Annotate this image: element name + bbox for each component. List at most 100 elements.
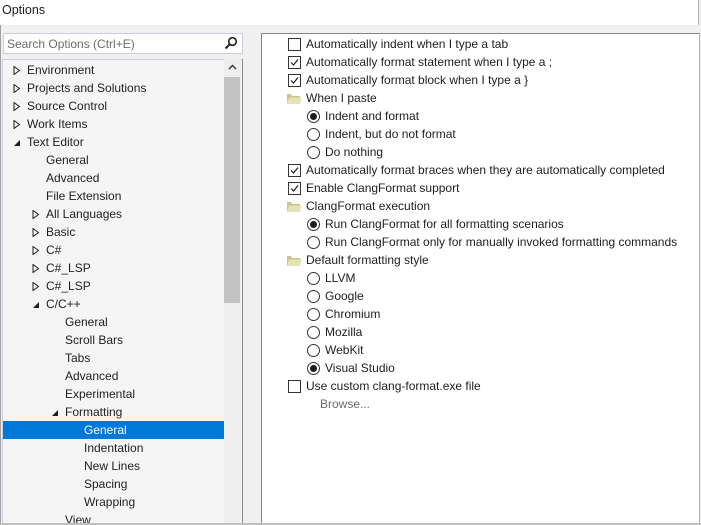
checkbox-checked[interactable] — [288, 182, 301, 195]
tree-item[interactable]: General — [3, 151, 225, 169]
radio-option[interactable]: Run ClangFormat for all formatting scena… — [262, 215, 698, 233]
tree-item-label: Tabs — [65, 351, 91, 365]
radio-option[interactable]: Indent and format — [262, 107, 698, 125]
tree-item[interactable]: C#_LSP — [3, 277, 225, 295]
checkbox-checked[interactable] — [288, 164, 301, 177]
radio-option[interactable]: Visual Studio — [262, 359, 698, 377]
checkbox-option[interactable]: Automatically indent when I type a tab — [262, 35, 698, 53]
checkbox-option[interactable]: Enable ClangFormat support — [262, 179, 698, 197]
tree-scrollbar[interactable] — [224, 59, 241, 525]
tree-item[interactable]: Advanced — [3, 169, 225, 187]
tree-item[interactable]: Scroll Bars — [3, 331, 225, 349]
radio-unselected[interactable] — [307, 290, 320, 303]
option-label: Run ClangFormat for all formatting scena… — [325, 217, 564, 231]
radio-selected[interactable] — [307, 362, 320, 375]
folder-icon — [286, 200, 302, 213]
title-bar: Options — [0, 0, 699, 25]
tree-item[interactable]: Formatting — [3, 403, 225, 421]
expand-arrow-icon[interactable] — [31, 241, 41, 259]
search-box[interactable] — [3, 33, 243, 54]
radio-selected[interactable] — [307, 218, 320, 231]
window-left-border — [0, 25, 1, 525]
radio-option[interactable]: WebKit — [262, 341, 698, 359]
tree-item[interactable]: C/C++ — [3, 295, 225, 313]
checkbox-option[interactable]: Automatically format statement when I ty… — [262, 53, 698, 71]
expand-arrow-icon[interactable] — [12, 97, 22, 115]
search-icon[interactable] — [224, 36, 238, 50]
scroll-thumb[interactable] — [224, 77, 240, 303]
radio-unselected[interactable] — [307, 128, 320, 141]
checkbox-unchecked[interactable] — [288, 38, 301, 51]
radio-unselected[interactable] — [307, 272, 320, 285]
expand-arrow-icon[interactable] — [12, 61, 22, 79]
radio-unselected[interactable] — [307, 308, 320, 321]
radio-unselected[interactable] — [307, 236, 320, 249]
radio-option[interactable]: Run ClangFormat only for manually invoke… — [262, 233, 698, 251]
folder-icon — [286, 254, 302, 267]
tree-item[interactable]: Text Editor — [3, 133, 225, 151]
tree-item[interactable]: Work Items — [3, 115, 225, 133]
radio-option[interactable]: Indent, but do not format — [262, 125, 698, 143]
tree-item-label: Projects and Solutions — [27, 81, 147, 95]
expand-arrow-icon[interactable] — [31, 205, 41, 223]
tree-item[interactable]: Tabs — [3, 349, 225, 367]
tree-item[interactable]: C# — [3, 241, 225, 259]
radio-option[interactable]: LLVM — [262, 269, 698, 287]
radio-option[interactable]: Google — [262, 287, 698, 305]
collapse-arrow-icon[interactable] — [12, 133, 22, 151]
options-tree[interactable]: Environment Projects and Solutions Source … — [2, 59, 243, 525]
tree-item-label: Formatting — [65, 405, 123, 419]
tree-item[interactable]: File Extension — [3, 187, 225, 205]
checkmark-icon — [290, 77, 299, 84]
expand-arrow-icon[interactable] — [12, 115, 22, 133]
tree-item-label: C#_LSP — [46, 279, 91, 293]
checkbox-checked[interactable] — [288, 74, 301, 87]
tree-item[interactable]: Basic — [3, 223, 225, 241]
collapse-arrow-icon[interactable] — [50, 403, 60, 421]
checkbox-checked[interactable] — [288, 56, 301, 69]
tree-item[interactable]: All Languages — [3, 205, 225, 223]
radio-selected[interactable] — [307, 110, 320, 123]
tree-item[interactable]: Indentation — [3, 439, 225, 457]
checkbox-unchecked[interactable] — [288, 380, 301, 393]
checkbox-option[interactable]: Automatically format braces when they ar… — [262, 161, 698, 179]
tree-item[interactable]: Spacing — [3, 475, 225, 493]
tree-item-label: Spacing — [84, 477, 128, 491]
expand-arrow-icon[interactable] — [31, 277, 41, 295]
radio-unselected[interactable] — [307, 344, 320, 357]
tree-item-label: Experimental — [65, 387, 136, 401]
pane-splitter[interactable] — [242, 59, 243, 525]
tree-item-label: C# — [46, 243, 62, 257]
scroll-up-button[interactable] — [224, 59, 241, 76]
option-group-header: Default formatting style — [262, 251, 698, 269]
tree-item[interactable]: C#_LSP — [3, 259, 225, 277]
browse-button[interactable]: Browse... — [262, 395, 698, 413]
radio-dot — [310, 113, 317, 120]
search-input[interactable] — [4, 34, 219, 53]
expand-arrow-icon[interactable] — [31, 259, 41, 277]
tree-item[interactable]: Environment — [3, 61, 225, 79]
checkbox-option[interactable]: Use custom clang-format.exe file — [262, 377, 698, 395]
tree-item[interactable]: Wrapping — [3, 493, 225, 511]
option-label: Default formatting style — [306, 253, 429, 267]
radio-unselected[interactable] — [307, 326, 320, 339]
radio-option[interactable]: Do nothing — [262, 143, 698, 161]
option-label: LLVM — [325, 271, 356, 285]
tree-item-label: Advanced — [46, 171, 100, 185]
options-content-panel: Automatically indent when I type a tab Au… — [261, 33, 700, 525]
expand-arrow-icon[interactable] — [12, 79, 22, 97]
tree-item[interactable]: General — [3, 421, 225, 439]
tree-item[interactable]: Projects and Solutions — [3, 79, 225, 97]
tree-item[interactable]: Source Control — [3, 97, 225, 115]
radio-option[interactable]: Chromium — [262, 305, 698, 323]
tree-item[interactable]: General — [3, 313, 225, 331]
tree-item[interactable]: New Lines — [3, 457, 225, 475]
collapse-arrow-icon[interactable] — [31, 295, 41, 313]
radio-unselected[interactable] — [307, 146, 320, 159]
option-label: Indent and format — [325, 109, 420, 123]
checkbox-option[interactable]: Automatically format block when I type a… — [262, 71, 698, 89]
tree-item[interactable]: Experimental — [3, 385, 225, 403]
expand-arrow-icon[interactable] — [31, 223, 41, 241]
radio-option[interactable]: Mozilla — [262, 323, 698, 341]
tree-item[interactable]: Advanced — [3, 367, 225, 385]
